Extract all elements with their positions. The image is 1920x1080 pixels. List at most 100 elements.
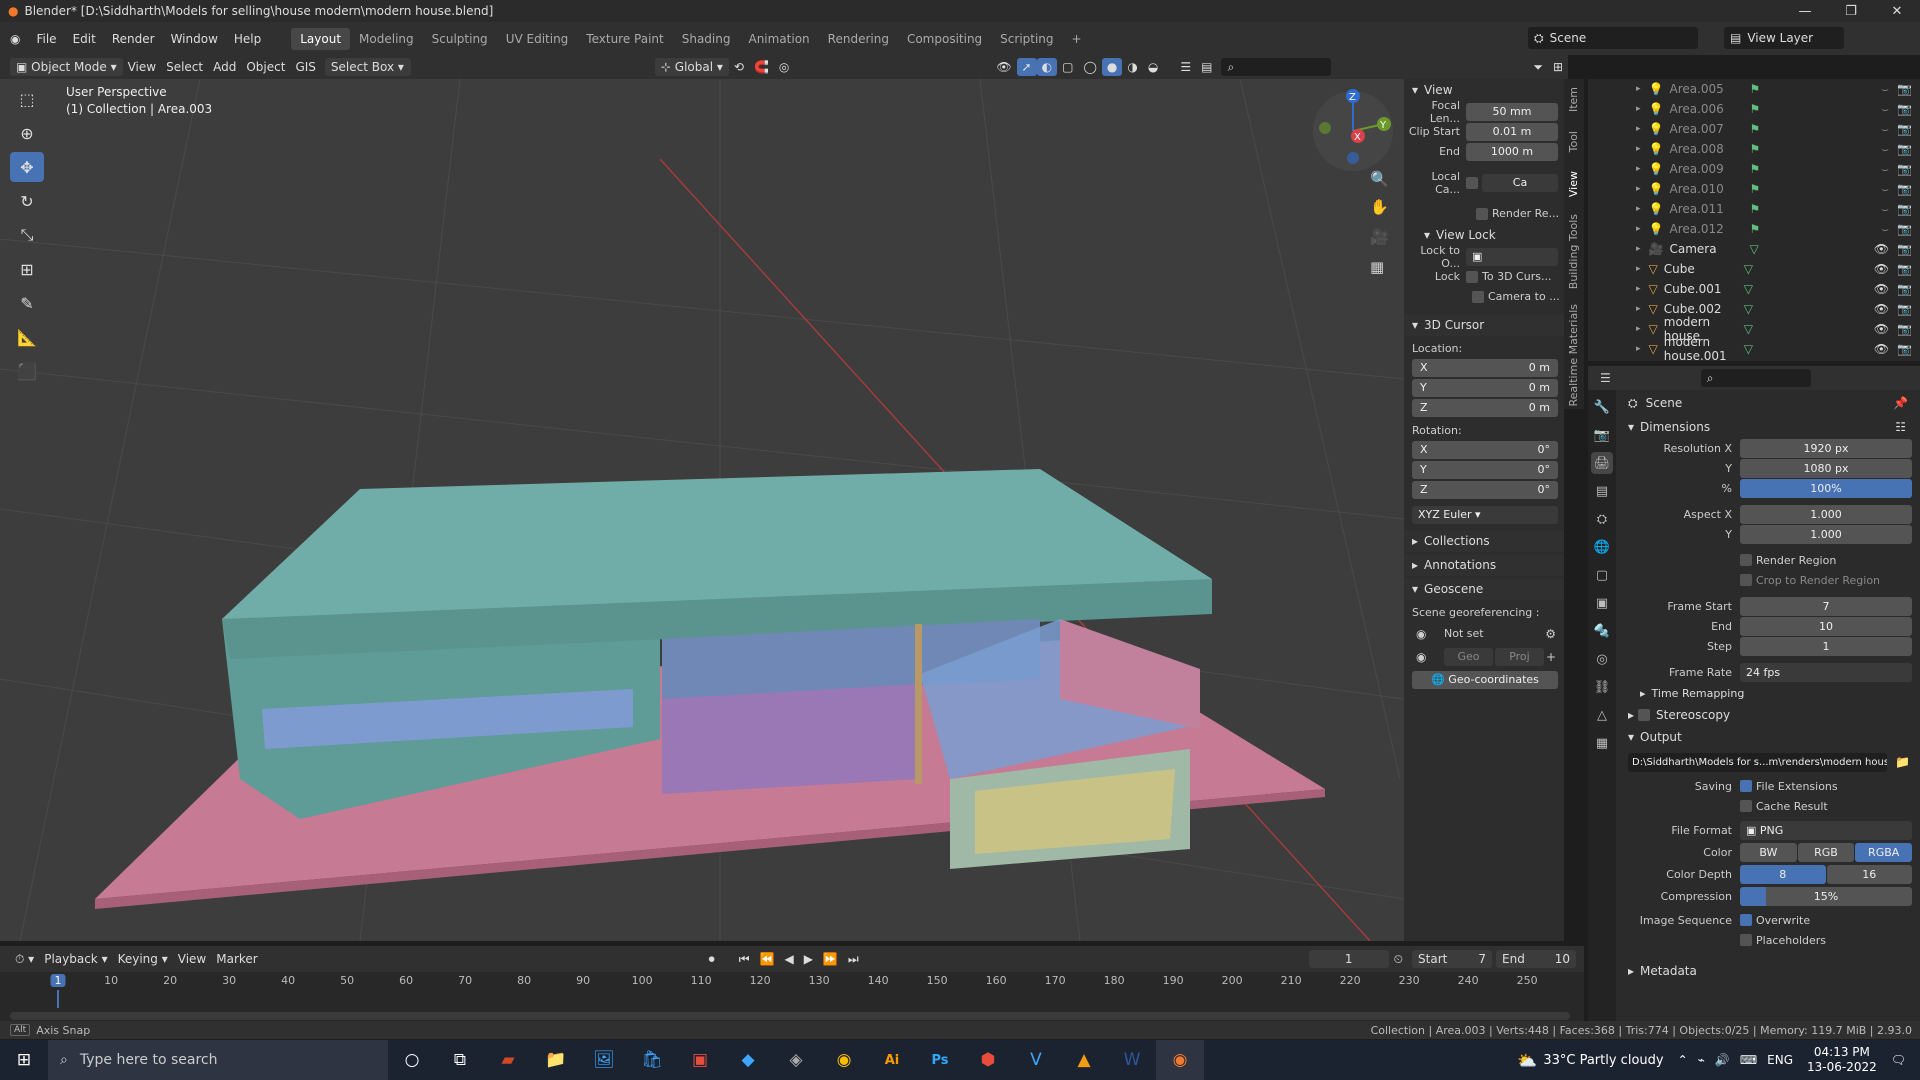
render-region-checkbox[interactable]: [1476, 207, 1488, 220]
render-camera-icon[interactable]: 📷: [1897, 322, 1912, 336]
play-reverse-icon[interactable]: ◀: [779, 950, 798, 968]
visibility-eye-icon[interactable]: ⌣: [1881, 202, 1889, 217]
visibility-eye-icon[interactable]: ⌣: [1881, 182, 1889, 197]
view-layer-props-icon[interactable]: ▤: [1591, 480, 1613, 502]
cursor-rotation-y[interactable]: Y 0°: [1412, 460, 1558, 479]
cursor-location-y[interactable]: Y0 m: [1412, 378, 1558, 397]
geo-button[interactable]: Geo: [1444, 647, 1493, 666]
aspect-x-field[interactable]: 1.000: [1740, 504, 1912, 524]
outliner-item[interactable]: ▸ ▽ Cube ▽ 👁 📷: [1588, 259, 1920, 279]
expand-arrow-icon[interactable]: ▸: [1636, 204, 1641, 214]
clock-icon[interactable]: ⏲: [1389, 950, 1408, 968]
tab-building-tools[interactable]: Building Tools: [1567, 214, 1580, 289]
expand-arrow-icon[interactable]: ▸: [1636, 84, 1641, 94]
vlc-icon[interactable]: ▲: [1060, 1040, 1108, 1080]
add-menu[interactable]: Add: [208, 58, 241, 76]
annotations-header[interactable]: ▸ Annotations: [1404, 554, 1564, 576]
expand-arrow-icon[interactable]: ▸: [1636, 144, 1641, 154]
lock-object-field[interactable]: ▣: [1466, 247, 1558, 266]
view-menu[interactable]: View: [123, 58, 161, 76]
menu-window[interactable]: Window: [163, 28, 226, 50]
render-camera-icon[interactable]: 📷: [1897, 182, 1912, 196]
office-icon[interactable]: ▣: [676, 1040, 724, 1080]
object-data-icon[interactable]: ⚑: [1749, 102, 1760, 116]
app-icon-blue[interactable]: ◆: [724, 1040, 772, 1080]
expand-arrow-icon[interactable]: ▸: [1636, 284, 1641, 294]
playhead[interactable]: [57, 990, 59, 1008]
expand-arrow-icon[interactable]: ▸: [1636, 244, 1641, 254]
presets-icon[interactable]: ☷: [1895, 420, 1906, 434]
scene-props-icon[interactable]: ⛭: [1591, 508, 1613, 530]
menu-help[interactable]: Help: [226, 28, 269, 50]
jump-start-icon[interactable]: ⏮: [734, 950, 755, 968]
3d-cursor-header[interactable]: ▾ 3D Cursor: [1404, 314, 1564, 336]
color-bw-button[interactable]: BW: [1740, 842, 1797, 862]
frame-start-field[interactable]: 7: [1740, 596, 1912, 616]
xray-icon[interactable]: ▢: [1057, 58, 1078, 76]
blender-taskbar-icon[interactable]: ◉: [1156, 1040, 1204, 1080]
transform-tool-icon[interactable]: ⊞: [10, 254, 44, 284]
tab-compositing[interactable]: Compositing: [898, 28, 991, 50]
outliner-item[interactable]: ▸ 💡 Area.008 ⚑ ⌣ 📷: [1588, 139, 1920, 159]
wireframe-shading-icon[interactable]: ◯: [1078, 58, 1101, 76]
tab-rendering[interactable]: Rendering: [819, 28, 898, 50]
filter-icon[interactable]: ⏷: [1528, 58, 1548, 76]
object-data-icon[interactable]: ⚑: [1749, 82, 1760, 96]
scene-selector[interactable]: ⛭ Scene: [1528, 27, 1698, 49]
object-data-icon[interactable]: ▽: [1744, 322, 1753, 336]
compression-slider[interactable]: 15%: [1740, 886, 1912, 906]
outliner-item[interactable]: ▸ 🎥 Camera ▽ 👁 📷: [1588, 239, 1920, 259]
photos-icon[interactable]: 🖼: [580, 1040, 628, 1080]
color-rgba-button[interactable]: RGBA: [1855, 842, 1913, 862]
render-camera-icon[interactable]: 📷: [1897, 222, 1912, 236]
jump-end-icon[interactable]: ⏭: [843, 950, 864, 968]
cursor-rotation-z[interactable]: Z 0°: [1412, 480, 1558, 499]
properties-search-input[interactable]: ⌕: [1700, 369, 1811, 387]
powerpoint-icon[interactable]: ▰: [484, 1040, 532, 1080]
expand-arrow-icon[interactable]: ▸: [1636, 264, 1641, 274]
rendered-shading-icon[interactable]: ◒: [1143, 58, 1163, 76]
tab-shading[interactable]: Shading: [673, 28, 740, 50]
placeholders-checkbox[interactable]: [1740, 934, 1752, 946]
render-camera-icon[interactable]: 📷: [1897, 122, 1912, 136]
cursor-rotation-x[interactable]: X 0°: [1412, 440, 1558, 459]
render-camera-icon[interactable]: 📷: [1897, 202, 1912, 216]
3d-viewport[interactable]: [0, 79, 1404, 941]
outliner-item[interactable]: ▸ 💡 Area.011 ⚑ ⌣ 📷: [1588, 199, 1920, 219]
depth-8-button[interactable]: 8: [1740, 864, 1826, 884]
outliner-item[interactable]: ▸ 💡 Area.005 ⚑ ⌣ 📷: [1588, 79, 1920, 99]
expand-arrow-icon[interactable]: ▸: [1636, 184, 1641, 194]
proj-button[interactable]: Proj: [1494, 647, 1544, 666]
tab-animation[interactable]: Animation: [739, 28, 818, 50]
output-props-icon[interactable]: 🖨: [1591, 452, 1613, 474]
texture-props-icon[interactable]: ▦: [1591, 732, 1613, 754]
data-props-icon[interactable]: △: [1591, 704, 1613, 726]
network-icon[interactable]: ⌁: [1698, 1053, 1705, 1067]
physics-props-icon[interactable]: ◎: [1591, 648, 1613, 670]
expand-arrow-icon[interactable]: ▸: [1636, 304, 1641, 314]
render-camera-icon[interactable]: 📷: [1897, 142, 1912, 156]
object-props-icon[interactable]: ▣: [1591, 592, 1613, 614]
timeline-view-menu[interactable]: View: [173, 950, 211, 968]
visibility-eye-icon[interactable]: 👁: [1874, 242, 1889, 256]
new-collection-icon[interactable]: ⊞: [1548, 58, 1568, 76]
visibility-eye-icon[interactable]: ⌣: [1881, 162, 1889, 177]
solid-shading-icon[interactable]: ●: [1101, 58, 1123, 76]
object-data-icon[interactable]: ⚑: [1749, 202, 1760, 216]
select-tool-icon[interactable]: ⬚: [10, 84, 44, 114]
illustrator-icon[interactable]: Ai: [868, 1040, 916, 1080]
focal-length-field[interactable]: 50 mm: [1466, 102, 1558, 121]
render-camera-icon[interactable]: 📷: [1897, 262, 1912, 276]
outliner-item[interactable]: ▸ ▽ modern house ▽ 👁 📷: [1588, 315, 1920, 343]
material-shading-icon[interactable]: ◑: [1122, 58, 1142, 76]
visibility-eye-icon[interactable]: 👁: [1874, 282, 1889, 296]
tab-tool[interactable]: Tool: [1567, 131, 1580, 152]
snap-icon[interactable]: 🧲: [749, 58, 774, 76]
object-mode-dropdown[interactable]: ▣ Object Mode ▾: [10, 58, 123, 76]
local-camera-field[interactable]: Ca: [1482, 173, 1558, 192]
volume-icon[interactable]: 🔊: [1715, 1053, 1730, 1067]
editor-type-icon[interactable]: ☰: [1175, 58, 1196, 76]
visibility-eye-icon[interactable]: 👁: [1874, 302, 1889, 316]
render-camera-icon[interactable]: 📷: [1897, 282, 1912, 296]
render-camera-icon[interactable]: 📷: [1897, 342, 1912, 356]
